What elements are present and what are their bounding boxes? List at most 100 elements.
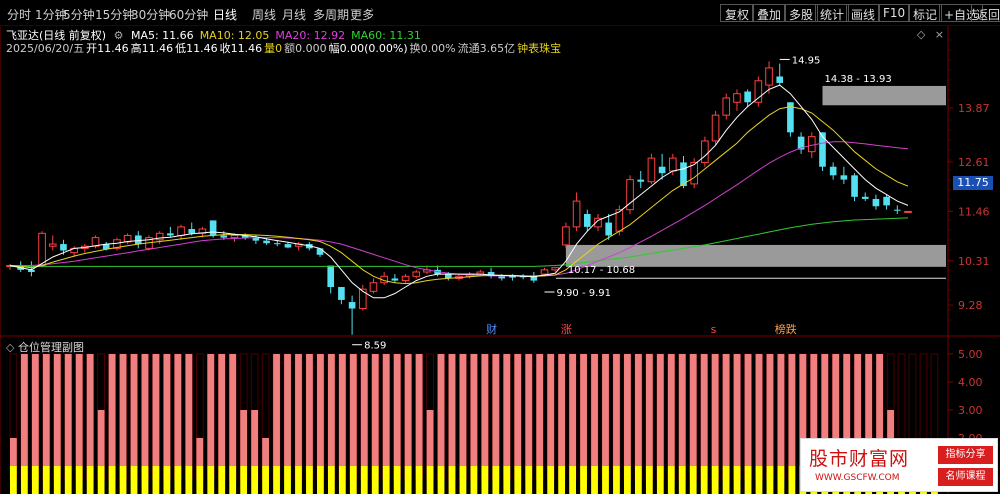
candle-body [904, 210, 912, 213]
sub-bar-position [141, 354, 149, 466]
candle-body [498, 276, 506, 279]
sub-bar-position [327, 354, 335, 466]
sub-bar-base [613, 466, 620, 494]
candle-body [711, 114, 720, 142]
sub-bar-base [393, 466, 401, 494]
sub-bar-position [382, 354, 390, 466]
candle-body [851, 175, 858, 197]
sub-bar-position [196, 438, 204, 466]
zone-label-0: 14.38 - 13.93 [824, 74, 891, 85]
sub-bar-base [174, 466, 182, 494]
sub-bar-position [119, 354, 127, 466]
candle-body [369, 282, 378, 292]
sub-bar-position [744, 354, 752, 466]
candle-body [316, 248, 324, 255]
candle-body [391, 278, 399, 281]
candle-body [263, 240, 270, 244]
candle-body [230, 234, 239, 239]
candle-body [38, 232, 46, 267]
sub-bar-position [733, 354, 741, 466]
sub-bar-position [31, 354, 39, 466]
candle-body [284, 244, 292, 248]
sub-bar-position [711, 354, 719, 466]
candle-body [562, 226, 570, 246]
sub-bar-base [624, 466, 631, 494]
event-marker-1: 涨 [561, 323, 572, 336]
sub-bar-base [404, 466, 412, 494]
sub-bar-position [558, 354, 566, 466]
sub-bar-base [415, 466, 423, 494]
sub-bar-position [163, 354, 171, 466]
sub-bar-base [262, 466, 269, 494]
candle-body [412, 271, 421, 277]
sub-bar-position [284, 354, 291, 466]
sub-bar-position [317, 354, 324, 466]
sub-bar-base [602, 466, 609, 494]
current-price-tag: 11.75 [953, 176, 993, 190]
sub-bar-position [536, 354, 544, 466]
watermark-title: 股市财富网 [809, 448, 910, 470]
sub-y-tick-label: 4.00 [958, 376, 983, 389]
sub-bar-base [338, 466, 346, 494]
event-marker-3: 榜跌 [775, 322, 797, 336]
sub-bar-position [492, 354, 500, 466]
sub-bar-base [766, 466, 774, 494]
sub-bar-base [196, 466, 204, 494]
support-zone-1 [565, 244, 946, 267]
watermark-url: WWW.GSCFW.COM [815, 473, 900, 483]
sub-bar-position [273, 354, 280, 466]
sub-bar-position [613, 354, 620, 466]
sub-bar-base [667, 466, 675, 494]
sub-bar-position [349, 354, 357, 466]
candle-body [701, 140, 709, 163]
sub-bar-position [569, 354, 576, 466]
sub-bar-base [306, 466, 313, 494]
candle-body [273, 243, 281, 245]
sub-bar-base [251, 466, 259, 494]
candle-body [220, 235, 228, 238]
sub-bar-position [514, 354, 522, 466]
sub-bar-base [569, 466, 576, 494]
candle-body [829, 166, 837, 176]
sub-bar-position [86, 354, 94, 466]
sub-bar-position [404, 354, 412, 466]
annotation-label-1: 8.59 [364, 341, 386, 352]
sub-chart-title[interactable]: ◇ 仓位管理副图 [6, 339, 84, 355]
sub-bar-base [755, 466, 763, 494]
collapse-arrow-icon[interactable]: ◇ [6, 341, 14, 354]
sub-bar-base [119, 466, 127, 494]
candle-body [893, 209, 901, 211]
sub-bar-position [42, 354, 50, 466]
sub-bar-base [371, 466, 379, 494]
y-tick-label: 10.31 [958, 255, 990, 268]
sub-bar-position [108, 354, 116, 466]
candle-body [177, 226, 185, 236]
sub-bar-position [547, 354, 555, 466]
sub-bar-position [634, 354, 642, 466]
candle-body [668, 157, 677, 172]
sub-bar-base [327, 466, 335, 494]
sub-bar-position [20, 354, 28, 466]
sub-bar-position [295, 354, 302, 466]
sub-bar-position [667, 354, 675, 466]
sub-bar-base [733, 466, 741, 494]
sub-bar-position [240, 410, 248, 466]
sub-bar-base [229, 466, 237, 494]
sub-bar-position [722, 354, 730, 466]
candle-body [807, 136, 816, 153]
sub-bar-position [130, 354, 138, 466]
candle-body [733, 93, 741, 103]
sub-bar-base [448, 466, 456, 494]
candle-body [209, 220, 217, 236]
sub-bar-position [393, 354, 401, 466]
sub-bar-base [744, 466, 752, 494]
sub-bar-base [108, 466, 116, 494]
candle-body [338, 287, 345, 300]
sub-bar-base [656, 466, 664, 494]
sub-bar-position [64, 354, 72, 466]
sub-bar-position [580, 354, 587, 466]
sub-y-tick-label: 3.00 [958, 404, 983, 417]
sub-bar-base [514, 466, 522, 494]
candle-body [167, 233, 174, 236]
kline-chart[interactable]: 13.87 12.61 11.46 10.31 9.28 14.38 - 13.93 10.… [0, 0, 1000, 494]
